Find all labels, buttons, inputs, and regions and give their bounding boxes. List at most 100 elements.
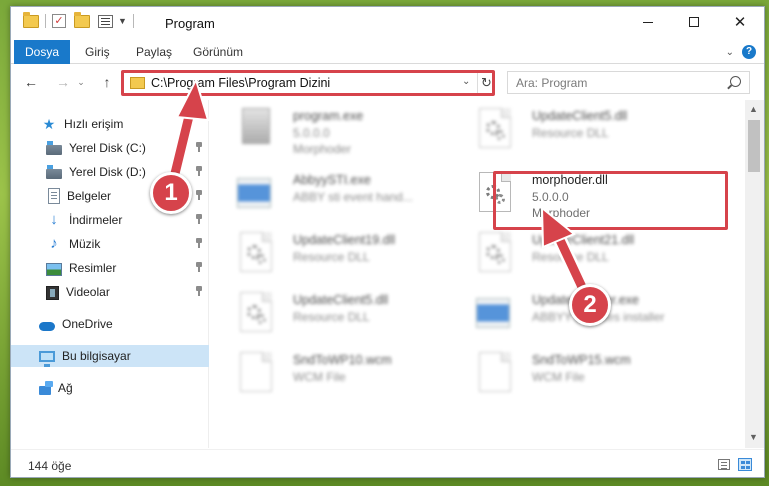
file-item[interactable]: UpdateClient5.dll Resource DLL [210,284,440,344]
file-item[interactable]: UpdateClient21.dll Resource DLL [449,224,679,284]
address-dropdown-icon[interactable]: ⌄ [462,76,470,87]
file-item[interactable]: program.exe 5.0.0.0 Morphoder [210,100,440,160]
documents-icon [48,188,60,204]
close-icon: ✕ [733,14,747,31]
sidebar-item-pictures[interactable]: Resimler [11,257,209,279]
pin-icon[interactable] [195,262,203,272]
file-item-morphoder-dll[interactable]: morphoder.dll 5.0.0.0 Morphoder [449,164,679,224]
refresh-icon[interactable]: ↻ [477,72,495,93]
properties-icon[interactable] [98,14,113,28]
ribbon-tabs: Dosya Giriş Paylaş Görünüm ⌄ ? [11,40,764,64]
file-item[interactable]: SndToWP15.wcm WCM File [449,344,679,404]
dll-icon [476,172,514,216]
sidebar-item-music[interactable]: ♪ Müzik [11,233,209,255]
window-title: Program [165,16,215,31]
sidebar-item-network[interactable]: Ağ [11,377,209,399]
folder-icon [130,77,145,89]
search-box[interactable]: Ara: Program [507,71,750,94]
file-item[interactable]: SndToWP10.wcm WCM File [210,344,440,404]
file-description: ABBY sti event hand... [293,190,413,204]
file-company: Morphoder [532,206,591,220]
title-bar: ✓ ▼ Program ✕ [11,7,764,40]
scroll-down-arrow-icon[interactable]: ▼ [749,432,758,442]
pin-icon[interactable] [195,190,203,200]
new-folder-icon[interactable] [74,11,90,28]
up-arrow-icon[interactable]: ↑ [97,72,117,92]
sidebar-item-label: Belgeler [67,189,112,203]
tiles-view-icon[interactable] [738,458,752,471]
address-path[interactable]: C:\Program Files\Program Dizini [151,76,330,90]
expand-ribbon-chevron-icon[interactable]: ⌄ [726,47,734,58]
properties-check-icon[interactable]: ✓ [52,14,66,28]
back-arrow-icon[interactable]: ← [21,72,41,92]
sidebar-item-label: Yerel Disk (D:) [69,165,146,179]
file-name: SndToWP10.wcm [293,353,392,367]
sidebar-item-label: Hızlı erişim [64,117,124,131]
forward-arrow-icon[interactable]: → [53,72,73,92]
details-view-icon[interactable] [718,459,730,470]
file-icon [476,352,514,396]
file-name: morphoder.dll [532,173,608,187]
sidebar-item-label: Bu bilgisayar [62,349,131,363]
sidebar-item-label: Müzik [69,237,101,251]
scroll-thumb[interactable] [748,120,760,172]
tab-paylas[interactable]: Paylaş [136,40,172,64]
file-icon [237,352,275,396]
downloads-icon: ↓ [50,211,58,228]
help-icon[interactable]: ? [742,45,756,59]
file-item[interactable]: UpdateInstaller.exe ABBYY Updates instal… [449,284,679,344]
sidebar-item-label: Yerel Disk (C:) [69,141,146,155]
recent-locations-chevron-icon[interactable]: ⌄ [75,72,87,92]
file-version: 5.0.0.0 [532,190,569,204]
sidebar-item-quick-access[interactable]: ★ Hızlı erişim [11,113,209,135]
address-bar[interactable]: C:\Program Files\Program Dizini ⌄ ↻ [121,71,495,94]
tab-dosya[interactable]: Dosya [14,40,70,64]
file-list: program.exe 5.0.0.0 Morphoder UpdateClie… [210,100,744,448]
maximize-icon [689,17,699,27]
sidebar-item-onedrive[interactable]: OneDrive [11,313,209,335]
minimize-button[interactable] [625,7,671,37]
search-placeholder[interactable]: Ara: Program [516,76,587,90]
dll-icon [476,108,514,152]
drive-icon [46,164,62,179]
file-name: UpdateClient5.dll [532,109,628,123]
step-badge-2: 2 [569,284,611,326]
pin-icon[interactable] [195,142,203,152]
customize-toolbar-dropdown-icon[interactable]: ▼ [118,16,127,26]
dll-icon [237,232,275,276]
pin-icon[interactable] [195,166,203,176]
sidebar-item-this-pc[interactable]: Bu bilgisayar [11,345,209,367]
file-item[interactable]: UpdateClient19.dll Resource DLL [210,224,440,284]
exe-icon [237,172,275,216]
quick-access-toolbar: ✓ ▼ [23,11,140,28]
minimize-icon [643,21,653,23]
file-version: 5.0.0.0 [293,126,330,140]
file-description: Resource DLL [532,250,609,264]
folder-icon [23,11,39,28]
sidebar-item-videos[interactable]: Videolar [11,281,209,303]
file-name: SndToWP15.wcm [532,353,631,367]
search-icon[interactable] [730,76,741,87]
sidebar-item-downloads[interactable]: ↓ İndirmeler [11,209,209,231]
tab-gorunum[interactable]: Görünüm [193,40,243,64]
file-name: AbbyySTI.exe [293,173,371,187]
file-item[interactable]: UpdateClient5.dll Resource DLL [449,100,679,160]
onedrive-icon [39,322,55,331]
tab-giris[interactable]: Giriş [85,40,110,64]
pin-icon[interactable] [195,238,203,248]
maximize-button[interactable] [671,7,717,37]
file-description: Resource DLL [293,250,370,264]
music-icon: ♪ [50,235,58,252]
sidebar-item-label: İndirmeler [69,213,123,227]
dll-icon [476,232,514,276]
close-button[interactable]: ✕ [717,7,763,37]
navigation-pane: ★ Hızlı erişim Yerel Disk (C:) Yerel Dis… [11,100,209,448]
vertical-scrollbar[interactable]: ▲ ▼ [745,100,764,448]
pin-icon[interactable] [195,214,203,224]
file-item[interactable]: AbbyySTI.exe ABBY sti event hand... [210,164,440,224]
file-name: UpdateClient21.dll [532,233,635,247]
sidebar-item-local-disk-c[interactable]: Yerel Disk (C:) [11,137,209,159]
pin-icon[interactable] [195,286,203,296]
scroll-up-arrow-icon[interactable]: ▲ [749,104,758,114]
status-bar: 144 öğe [11,449,764,477]
